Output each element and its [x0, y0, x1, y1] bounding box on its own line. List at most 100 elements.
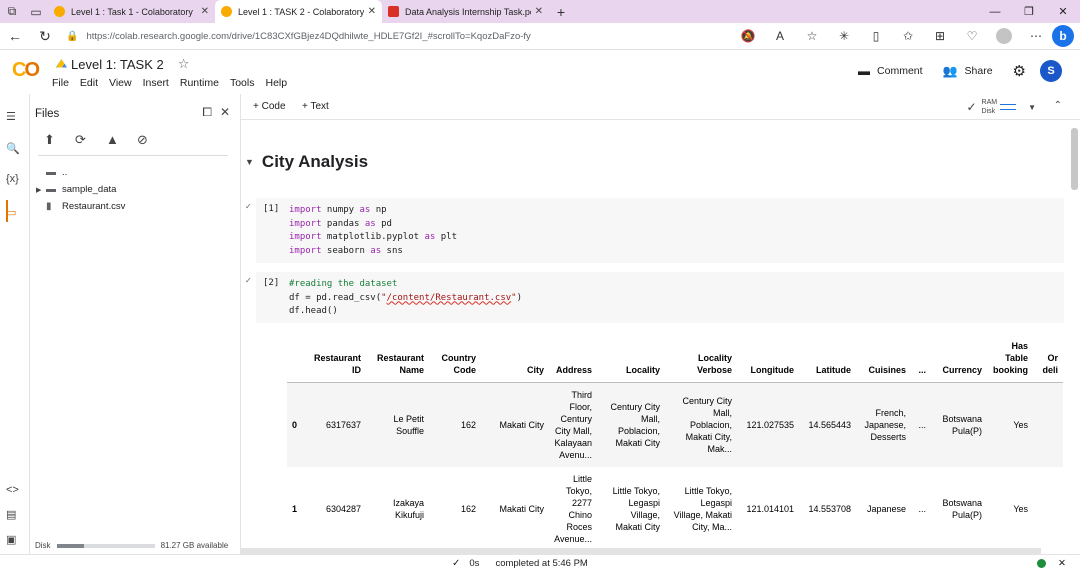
- share-label: Share: [964, 65, 993, 77]
- execution-count: [1]: [263, 204, 280, 214]
- search-icon[interactable]: 🔍: [6, 142, 20, 155]
- add-code-button[interactable]: + Code: [253, 101, 286, 112]
- colab-header: CO Level 1: TASK 2 ☆ File Edit View Inse…: [0, 50, 1080, 94]
- chevron-right-icon[interactable]: ▶: [36, 186, 46, 194]
- star-icon[interactable]: ☆: [178, 56, 190, 72]
- tab-title: Level 1 : Task 1 - Colaboratory: [71, 6, 193, 17]
- command-palette-icon[interactable]: ▤: [6, 508, 16, 521]
- table-cell: [1033, 467, 1063, 548]
- table-cell: Little Tokyo, Legaspi Village, Makati Ci…: [673, 485, 733, 532]
- tab-actions-icon[interactable]: ▭: [24, 0, 48, 23]
- code-editor[interactable]: #reading the dataset df = pd.read_csv("/…: [289, 278, 522, 319]
- resource-bars: [1000, 100, 1017, 114]
- menu-tools[interactable]: Tools: [230, 77, 255, 89]
- mount-drive-icon[interactable]: ▲: [106, 132, 137, 148]
- dataframe-table: Restaurant ID Restaurant Name Country Co…: [287, 337, 1064, 548]
- copilot-icon[interactable]: b: [1052, 25, 1074, 47]
- comment-label: Comment: [877, 65, 923, 77]
- table-cell: [1033, 382, 1064, 467]
- close-tab-icon[interactable]: ✕: [368, 6, 376, 17]
- split-screen-icon[interactable]: ▯: [860, 29, 892, 43]
- close-tab-icon[interactable]: ✕: [535, 6, 543, 17]
- browser-essentials-icon[interactable]: ♡: [956, 29, 988, 43]
- minimize-icon[interactable]: —: [978, 0, 1012, 23]
- file-tree-item[interactable]: ▬ ..: [36, 164, 125, 181]
- browser-tab-task1[interactable]: Level 1 : Task 1 - Colaboratory ✕: [48, 0, 215, 23]
- run-status-icon[interactable]: ✓: [245, 276, 252, 285]
- collapse-section-icon[interactable]: ▼: [245, 157, 254, 167]
- comment-button[interactable]: ▬ Comment: [858, 64, 923, 78]
- browser-tab-task2[interactable]: Level 1 : TASK 2 - Colaboratory ✕: [215, 0, 382, 23]
- cell-output: Restaurant ID Restaurant Name Country Co…: [287, 337, 1067, 547]
- execution-status[interactable]: ✓ 0s completed at 5:46 PM: [452, 558, 588, 569]
- open-in-tab-icon[interactable]: ⧠: [202, 105, 212, 120]
- share-button[interactable]: 👥 Share: [943, 64, 993, 78]
- back-icon[interactable]: ←: [0, 28, 30, 44]
- chevron-down-icon[interactable]: ▼: [1028, 103, 1036, 112]
- close-window-icon[interactable]: ✕: [1046, 0, 1080, 23]
- close-tab-icon[interactable]: ✕: [201, 6, 209, 17]
- file-tree-item[interactable]: ▶ ▬ sample_data: [36, 181, 125, 198]
- close-icon[interactable]: ✕: [1058, 558, 1066, 569]
- section-title: City Analysis: [261, 152, 369, 171]
- variables-icon[interactable]: {x}: [6, 173, 19, 185]
- table-cell: Botswana Pula(P): [942, 497, 983, 520]
- close-icon[interactable]: ✕: [220, 105, 230, 120]
- table-cell: Makati City: [481, 382, 550, 467]
- run-status-icon[interactable]: ✓: [245, 202, 252, 211]
- resources-indicator[interactable]: ✓ RAM Disk ▼: [966, 98, 1036, 116]
- profile-icon[interactable]: [988, 28, 1020, 44]
- ram-label: RAM: [981, 99, 998, 106]
- favorite-star-icon[interactable]: ☆: [796, 29, 828, 43]
- table-header: Latitude: [816, 365, 852, 375]
- menu-insert[interactable]: Insert: [143, 77, 169, 89]
- check-icon: ✓: [452, 558, 461, 569]
- colab-logo[interactable]: CO: [12, 59, 40, 82]
- comment-icon: ▬: [858, 64, 871, 78]
- connected-status-icon[interactable]: [1037, 559, 1047, 568]
- menu-edit[interactable]: Edit: [80, 77, 98, 89]
- chevron-up-icon[interactable]: ⌃: [1054, 100, 1062, 111]
- favorites-icon[interactable]: ✩: [892, 29, 924, 43]
- file-tree-item[interactable]: ▮ Restaurant.csv: [36, 198, 125, 215]
- menu-file[interactable]: File: [52, 77, 69, 89]
- menu-view[interactable]: View: [109, 77, 132, 89]
- file-icon: ▮: [46, 201, 52, 212]
- browser-tab-bar: ⧉ ▭ Level 1 : Task 1 - Colaboratory ✕ Le…: [0, 0, 1080, 23]
- extensions-icon[interactable]: ✳: [828, 29, 860, 43]
- table-cell: Makati City: [499, 503, 545, 514]
- table-cell: 162: [460, 503, 477, 514]
- code-cell-2[interactable]: ✓ [2] #reading the dataset df = pd.read_…: [245, 272, 1064, 323]
- share-people-icon: 👥: [942, 64, 958, 78]
- toc-icon[interactable]: ☰: [6, 110, 16, 123]
- execution-count: [2]: [263, 278, 280, 288]
- restore-icon[interactable]: ❐: [1012, 0, 1046, 23]
- new-tab-button[interactable]: +: [549, 0, 573, 23]
- notebook-title[interactable]: Level 1: TASK 2: [71, 57, 164, 72]
- code-snippets-icon[interactable]: <>: [6, 484, 19, 496]
- reload-icon[interactable]: ↻: [30, 28, 60, 45]
- refresh-folder-icon[interactable]: ⟳: [75, 132, 106, 148]
- upload-file-icon[interactable]: ⬆: [44, 132, 75, 148]
- code-editor[interactable]: import numpy as np import pandas as pd i…: [289, 204, 457, 258]
- table-header: ...: [918, 365, 927, 375]
- more-icon[interactable]: ⋯: [1020, 29, 1052, 43]
- menu-help[interactable]: Help: [265, 77, 287, 89]
- collections-icon[interactable]: ⊞: [924, 29, 956, 43]
- add-text-button[interactable]: + Text: [302, 101, 329, 112]
- table-cell: ...: [911, 382, 932, 467]
- workspaces-icon[interactable]: ⧉: [0, 0, 24, 23]
- hide-files-icon[interactable]: ⊘: [137, 132, 168, 148]
- file-tree: ▬ .. ▶ ▬ sample_data ▮ Restaurant.csv: [36, 164, 125, 215]
- url-field[interactable]: 🔒 https://colab.research.google.com/driv…: [60, 26, 732, 47]
- gear-icon[interactable]: ⚙: [1013, 62, 1026, 80]
- table-cell: 14.553708: [808, 503, 852, 514]
- vertical-scrollbar[interactable]: [1071, 128, 1078, 190]
- menu-runtime[interactable]: Runtime: [180, 77, 219, 89]
- terminal-icon[interactable]: ▣: [6, 533, 16, 546]
- avatar[interactable]: S: [1040, 60, 1062, 82]
- read-aloud-icon[interactable]: A: [764, 29, 796, 43]
- code-cell-1[interactable]: ✓ [1] import numpy as np import pandas a…: [245, 198, 1064, 263]
- browser-tab-pdf[interactable]: Data Analysis Internship Task.pdf ✕: [382, 0, 549, 23]
- mute-icon[interactable]: 🔕: [732, 29, 764, 43]
